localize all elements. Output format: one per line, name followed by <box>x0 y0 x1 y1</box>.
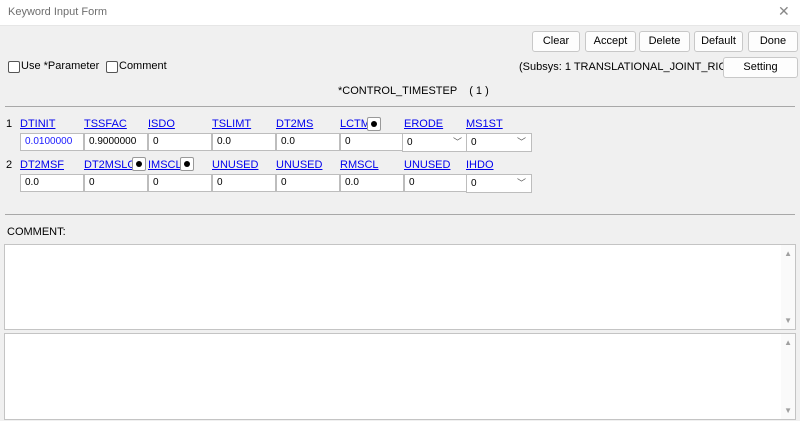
field-label-unused[interactable]: UNUSED <box>212 159 258 171</box>
dt2ms-input[interactable]: 0.0 <box>276 133 340 151</box>
chevron-down-icon: ﹀ <box>516 137 526 147</box>
scroll-up-arrow-icon[interactable]: ▲ <box>784 338 792 347</box>
comment-label: COMMENT: <box>7 226 66 238</box>
dt2mslc-input[interactable]: 0 <box>84 174 148 192</box>
scroll-down-arrow-icon[interactable]: ▼ <box>784 406 792 415</box>
field-label-rmscl[interactable]: RMSCL <box>340 159 379 171</box>
comment-checkbox-label: Comment <box>119 60 167 72</box>
dt2msf-input[interactable]: 0.0 <box>20 174 84 192</box>
ihdo-select-value: 0 <box>471 178 477 189</box>
erode-select-value: 0 <box>407 137 413 148</box>
keyword-header: *CONTROL_TIMESTEP ( 1 ) <box>338 85 489 97</box>
isdo-input[interactable]: 0 <box>148 133 212 151</box>
field-label-tssfac[interactable]: TSSFAC <box>84 118 127 130</box>
ms1st-select-value: 0 <box>471 137 477 148</box>
comment-textarea[interactable]: ▲ ▼ <box>4 244 796 330</box>
field-label-isdo[interactable]: ISDO <box>148 118 175 130</box>
field-label-unused[interactable]: UNUSED <box>404 159 450 171</box>
close-icon[interactable]: ✕ <box>778 3 790 20</box>
default-button[interactable]: Default <box>694 31 743 52</box>
ihdo-select[interactable]: 0 ﹀ <box>466 174 532 193</box>
lctm-input[interactable]: 0 <box>340 133 404 151</box>
unused-input[interactable]: 0 <box>212 174 276 192</box>
field-label-imscl[interactable]: IMSCL <box>148 159 182 171</box>
tslimt-input[interactable]: 0.0 <box>212 133 276 151</box>
field-label-dt2mslc[interactable]: DT2MSLC <box>84 159 135 171</box>
field-label-tslimt[interactable]: TSLIMT <box>212 118 251 130</box>
unused-input[interactable]: 0 <box>404 174 468 192</box>
window-title: Keyword Input Form <box>8 6 108 18</box>
field-label-dt2ms[interactable]: DT2MS <box>276 118 313 130</box>
clear-button[interactable]: Clear <box>532 31 580 52</box>
scroll-up-arrow-icon[interactable]: ▲ <box>784 249 792 258</box>
use-parameter-checkbox[interactable] <box>8 61 20 73</box>
lctm-pick-dot-icon[interactable] <box>367 117 381 131</box>
field-label-ihdo[interactable]: IHDO <box>466 159 494 171</box>
row-number: 2 <box>6 159 13 171</box>
divider-middle <box>5 214 795 215</box>
done-button[interactable]: Done <box>748 31 798 52</box>
field-label-lctm[interactable]: LCTM <box>340 118 370 130</box>
field-label-dtinit[interactable]: DTINIT <box>20 118 55 130</box>
erode-select[interactable]: 0 ﹀ <box>402 133 468 152</box>
accept-button[interactable]: Accept <box>585 31 636 52</box>
unused-input[interactable]: 0 <box>276 174 340 192</box>
field-label-erode[interactable]: ERODE <box>404 118 443 130</box>
row-number: 1 <box>6 118 13 130</box>
comment-checkbox[interactable] <box>106 61 118 73</box>
divider-top <box>5 106 795 107</box>
setting-button[interactable]: Setting <box>723 57 798 78</box>
field-label-dt2msf[interactable]: DT2MSF <box>20 159 64 171</box>
field-label-ms1st[interactable]: MS1ST <box>466 118 503 130</box>
use-parameter-label: Use *Parameter <box>21 60 100 72</box>
subsys-label: (Subsys: 1 TRANSLATIONAL_JOINT_RIGID.k) <box>519 61 751 73</box>
imscl-input[interactable]: 0 <box>148 174 212 192</box>
scrollbar[interactable]: ▲ ▼ <box>781 245 795 329</box>
field-label-unused[interactable]: UNUSED <box>276 159 322 171</box>
dtinit-input[interactable]: 0.0100000 <box>20 133 84 151</box>
chevron-down-icon: ﹀ <box>516 178 526 188</box>
delete-button[interactable]: Delete <box>639 31 690 52</box>
imscl-pick-dot-icon[interactable] <box>180 157 194 171</box>
dt2mslc-pick-dot-icon[interactable] <box>132 157 146 171</box>
tssfac-input[interactable]: 0.9000000 <box>84 133 148 151</box>
scroll-down-arrow-icon[interactable]: ▼ <box>784 316 792 325</box>
rmscl-input[interactable]: 0.0 <box>340 174 404 192</box>
ms1st-select[interactable]: 0 ﹀ <box>466 133 532 152</box>
keyword-text-area[interactable]: ▲ ▼ <box>4 333 796 420</box>
scrollbar[interactable]: ▲ ▼ <box>781 334 795 419</box>
chevron-down-icon: ﹀ <box>452 137 462 147</box>
title-bar <box>0 0 800 26</box>
